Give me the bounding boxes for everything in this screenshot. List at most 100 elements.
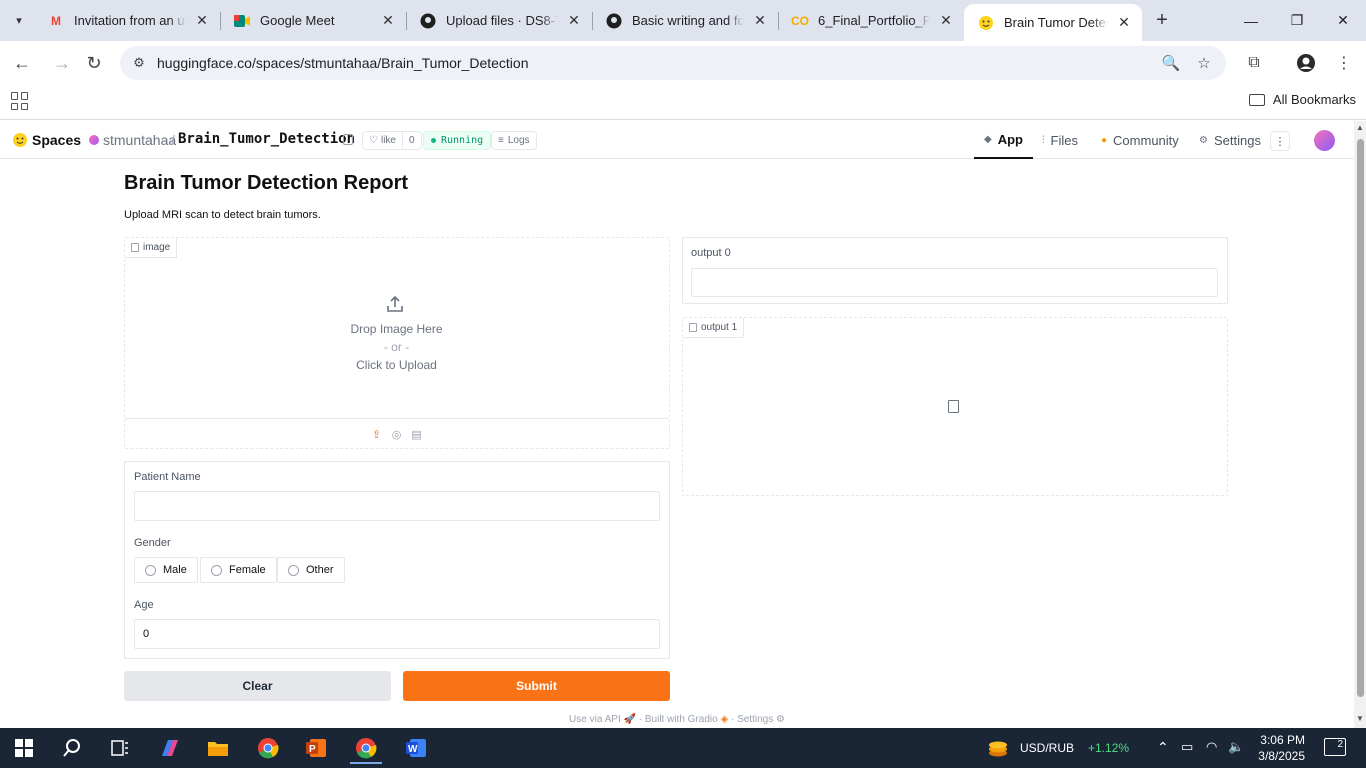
windows-taskbar: P W USD/RUB +1.12% ⌃ ▭ ◠ 🔈 3:06 PM 3/8/2…	[0, 728, 1366, 768]
click-to-upload-text[interactable]: Click to Upload	[124, 358, 669, 372]
clock-date[interactable]: 3/8/2025	[1251, 749, 1305, 763]
empty-file-icon	[948, 400, 959, 413]
use-via-api-link[interactable]: Use via API	[569, 714, 621, 725]
upload-source-icon[interactable]: ⇪	[370, 428, 383, 441]
copilot-icon[interactable]	[150, 732, 190, 764]
browser-tab[interactable]: Basic writing and formatting syntax ✕	[592, 0, 778, 41]
browser-tab[interactable]: Google Meet ✕	[220, 0, 406, 41]
user-avatar[interactable]	[1314, 130, 1335, 151]
task-view-icon[interactable]	[100, 732, 140, 764]
like-button[interactable]: ♡ like 0	[362, 131, 422, 150]
chrome-icon[interactable]	[248, 732, 288, 764]
notification-icon[interactable]: 2	[1324, 738, 1346, 756]
site-info-icon[interactable]: ⚙	[130, 54, 148, 72]
scroll-thumb[interactable]	[1357, 139, 1364, 697]
output-0-textbox[interactable]	[691, 268, 1218, 297]
url-text[interactable]: huggingface.co/spaces/stmuntahaa/Brain_T…	[157, 55, 528, 71]
windows-start-icon[interactable]	[4, 732, 44, 764]
notification-count: 2	[1337, 739, 1343, 750]
tab-files[interactable]: ⫶ Files	[1042, 121, 1078, 159]
powerpoint-icon[interactable]: P	[296, 732, 336, 764]
coins-icon[interactable]	[978, 732, 1018, 764]
battery-icon[interactable]: ▭	[1181, 739, 1193, 755]
close-icon[interactable]: ✕	[194, 12, 210, 29]
footer-settings-link[interactable]: Settings	[737, 714, 773, 725]
file-explorer-icon[interactable]	[198, 732, 238, 764]
space-header: Spaces stmuntahaa / Brain_Tumor_Detectio…	[0, 121, 1354, 159]
folder-icon	[1248, 93, 1265, 106]
tab-app[interactable]: ◆ App	[974, 121, 1033, 159]
word-icon[interactable]: W	[396, 732, 436, 764]
image-label-text: image	[143, 242, 171, 253]
submit-button[interactable]: Submit	[403, 671, 670, 701]
logs-button[interactable]: ≡ Logs	[491, 131, 537, 150]
heart-icon: ♡	[369, 135, 378, 146]
gender-radio-female[interactable]: Female	[200, 557, 277, 583]
scroll-up-icon[interactable]: ▲	[1356, 124, 1364, 132]
clipboard-icon[interactable]: ▤	[410, 428, 423, 441]
wifi-icon[interactable]: ◠	[1206, 739, 1217, 755]
clock-time[interactable]: 3:06 PM	[1257, 733, 1305, 747]
tray-chevron-icon[interactable]: ⌃	[1157, 739, 1169, 756]
all-bookmarks-button[interactable]: All Bookmarks	[1248, 92, 1356, 107]
spaces-link[interactable]: Spaces	[32, 132, 81, 148]
tab-community[interactable]: ● Community	[1101, 121, 1179, 159]
github-icon	[606, 13, 622, 29]
status-dot-icon	[431, 138, 436, 143]
tab-settings[interactable]: ⚙ Settings	[1199, 121, 1261, 159]
gmail-icon: M	[51, 13, 61, 28]
browser-tab[interactable]: M Invitation from an unknown sender ✕	[34, 0, 220, 41]
taskbar-search-icon[interactable]	[52, 732, 92, 764]
ticker-change[interactable]: +1.12%	[1088, 741, 1129, 755]
tab-search-chevron-icon[interactable]: ▾	[7, 8, 31, 32]
new-tab-button[interactable]: +	[1150, 8, 1174, 32]
scroll-down-icon[interactable]: ▼	[1356, 715, 1364, 723]
minimize-icon[interactable]: —	[1228, 0, 1274, 41]
close-icon[interactable]: ✕	[752, 12, 768, 29]
logs-icon: ≡	[498, 135, 504, 146]
age-input[interactable]: 0	[134, 619, 660, 649]
built-with-gradio-link[interactable]: Built with Gradio	[645, 714, 718, 725]
reload-icon[interactable]: ↻	[82, 51, 106, 75]
copy-icon[interactable]	[343, 134, 353, 145]
browser-tab[interactable]: CO 6_Final_Portfolio_Project ✕	[778, 0, 964, 41]
clear-button[interactable]: Clear	[124, 671, 391, 701]
back-arrow-icon[interactable]: ←	[10, 51, 34, 75]
page-scrollbar[interactable]: ▲ ▼	[1354, 121, 1366, 728]
output-0-label: output 0	[691, 247, 731, 259]
browser-tab-active[interactable]: Brain Tumor Detection ✕	[964, 4, 1142, 41]
radio-label: Female	[229, 564, 266, 576]
github-icon	[420, 13, 436, 29]
app-icon: ◆	[984, 133, 992, 145]
window-close-icon[interactable]: ✕	[1320, 0, 1366, 41]
patient-name-input[interactable]	[134, 491, 660, 521]
forward-arrow-icon[interactable]: →	[50, 51, 74, 75]
browser-tab[interactable]: Upload files · DS8-Training ✕	[406, 0, 592, 41]
close-icon[interactable]: ✕	[1116, 14, 1132, 31]
huggingface-logo-icon[interactable]	[12, 132, 28, 151]
community-icon: ●	[1101, 134, 1108, 146]
more-options-icon[interactable]: ⋮	[1270, 131, 1290, 151]
close-icon[interactable]: ✕	[566, 12, 582, 29]
address-bar[interactable]: ⚙ huggingface.co/spaces/stmuntahaa/Brain…	[120, 46, 1226, 80]
gender-radio-other[interactable]: Other	[277, 557, 345, 583]
page-title: Brain Tumor Detection Report	[124, 172, 409, 194]
gender-radio-male[interactable]: Male	[134, 557, 198, 583]
bookmark-star-icon[interactable]: ☆	[1194, 54, 1214, 72]
restore-icon[interactable]: ❐	[1274, 0, 1320, 41]
webcam-icon[interactable]: ◎	[390, 428, 403, 441]
profile-icon[interactable]	[1294, 51, 1318, 75]
repo-name[interactable]: Brain_Tumor_Detection	[178, 131, 355, 147]
extensions-icon[interactable]: ⧉	[1242, 51, 1266, 75]
volume-icon[interactable]: 🔈	[1228, 739, 1244, 755]
ticker-label[interactable]: USD/RUB	[1020, 741, 1074, 755]
patient-name-label: Patient Name	[134, 471, 201, 483]
zoom-icon[interactable]: 🔍	[1161, 54, 1181, 72]
close-icon[interactable]: ✕	[380, 12, 396, 29]
chrome-active-icon[interactable]	[346, 732, 386, 764]
owner-link[interactable]: stmuntahaa	[89, 132, 176, 148]
close-icon[interactable]: ✕	[938, 12, 954, 29]
apps-grid-icon[interactable]	[11, 92, 29, 110]
chrome-menu-icon[interactable]: ⋮	[1332, 51, 1356, 75]
svg-text:P: P	[309, 744, 316, 755]
